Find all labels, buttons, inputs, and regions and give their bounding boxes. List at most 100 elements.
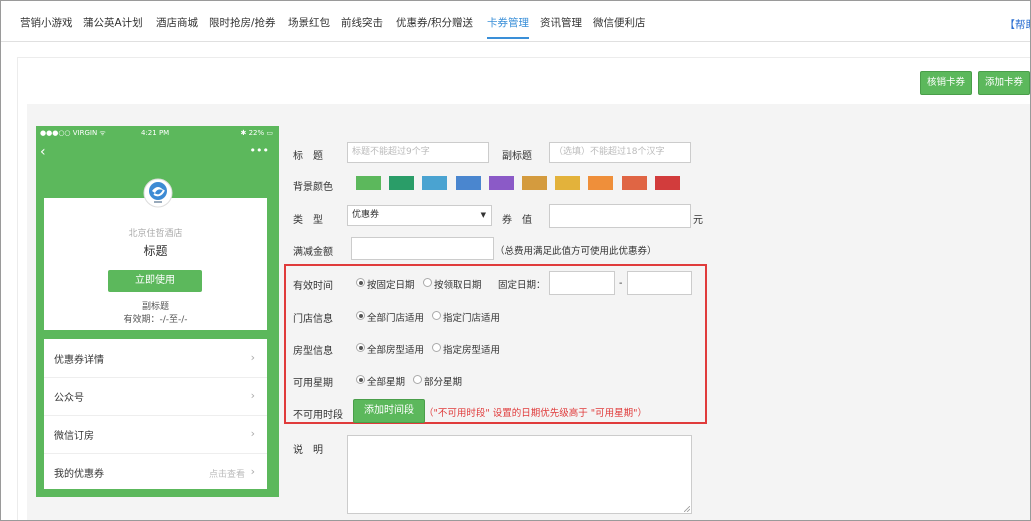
color-swatch[interactable] [522, 176, 547, 190]
coupon-card: 北京住哲酒店 标题 立即使用 副标题 有效期：-/-至-/- [44, 198, 267, 330]
color-swatch[interactable] [555, 176, 581, 190]
validity-fixed-radio[interactable] [356, 278, 365, 287]
week-all-label: 全部星期 [367, 377, 406, 388]
top-nav: 营销小游戏 蒲公英A计划 酒店商城 限时抢房/抢券 场景红包 前线突击 优惠券/… [1, 1, 1030, 42]
value-input[interactable] [549, 204, 691, 228]
chevron-down-icon: ▼ [480, 211, 486, 219]
type-label: 类 型 [293, 215, 323, 226]
type-select-value: 优惠券 [352, 210, 380, 220]
validity-receive-radio[interactable] [423, 278, 432, 287]
list-item-hint: 点击查看 [208, 470, 245, 480]
nav-item-news[interactable]: 资讯管理 [540, 15, 582, 30]
add-coupon-button[interactable]: 添加卡券 [978, 71, 1030, 95]
color-swatch[interactable] [621, 176, 647, 190]
subtitle-input[interactable]: （选填）不能超过18个汉字 [549, 142, 691, 163]
phone-menu-list: 优惠券详情 › 公众号 › 微信订房 › 我的优惠券 点击查看 › [44, 339, 267, 489]
list-item-label: 微信订房 [54, 431, 94, 442]
hotel-name: 北京住哲酒店 [128, 229, 183, 239]
week-partial-label: 部分星期 [424, 377, 463, 388]
min-amount-label: 满减金额 [293, 247, 333, 258]
value-unit: 元 [693, 215, 703, 226]
color-swatch[interactable] [455, 176, 481, 190]
coupon-validity: 有效期：-/-至-/- [123, 315, 188, 325]
nav-item-flash-sale[interactable]: 限时抢房/抢券 [209, 15, 276, 30]
value-label: 券 值 [502, 215, 532, 226]
color-swatch[interactable] [654, 176, 680, 190]
description-textarea[interactable] [347, 435, 692, 514]
title-label: 标 题 [293, 151, 323, 162]
chevron-right-icon: › [250, 427, 255, 440]
color-swatch[interactable] [356, 176, 381, 190]
unavailable-label: 不可用时段 [293, 410, 343, 421]
store-label: 门店信息 [293, 314, 333, 325]
list-item[interactable]: 公众号 › [44, 377, 267, 416]
resize-handle-icon[interactable] [684, 506, 690, 512]
list-item[interactable]: 优惠券详情 › [44, 339, 267, 378]
nav-item-frontline[interactable]: 前线突击 [341, 15, 383, 30]
nav-item-store[interactable]: 微信便利店 [593, 15, 646, 30]
chevron-right-icon: › [250, 351, 255, 364]
store-specific-radio[interactable] [432, 311, 441, 320]
chevron-right-icon: › [250, 465, 255, 478]
unavailable-warning: （"不可用时段" 设置的日期优先级高于 "可用星期"） [424, 408, 648, 419]
add-time-period-button[interactable]: 添加时间段 [353, 399, 425, 423]
week-all-radio[interactable] [356, 375, 365, 384]
nav-item-dandelion[interactable]: 蒲公英A计划 [83, 15, 143, 30]
back-icon: ‹ [40, 144, 46, 160]
color-swatch[interactable] [422, 176, 448, 190]
color-swatch[interactable] [488, 176, 514, 190]
bg-color-label: 背景颜色 [293, 182, 333, 193]
use-now-button[interactable]: 立即使用 [108, 270, 202, 292]
list-item[interactable]: 微信订房 › [44, 415, 267, 454]
hotel-logo [143, 178, 173, 208]
min-amount-hint: （总费用满足此值方可使用此优惠券） [495, 246, 657, 257]
more-icon: ••• [249, 144, 269, 157]
color-swatch[interactable] [389, 176, 415, 190]
color-swatch[interactable] [588, 176, 614, 190]
week-partial-radio[interactable] [413, 375, 422, 384]
min-amount-input[interactable] [351, 237, 494, 260]
phone-status-bar: ●●●○○ VIRGIN ᯤ 4:21 PM ✱ 22% ▭ [36, 126, 279, 140]
time-text: 4:21 PM [141, 129, 170, 137]
room-specific-radio[interactable] [432, 343, 441, 352]
nav-item-card-management[interactable]: 卡券管理 [487, 15, 529, 30]
week-label: 可用星期 [293, 378, 333, 389]
title-input[interactable]: 标题不能超过9个字 [347, 142, 489, 163]
phone-preview: ●●●○○ VIRGIN ᯤ 4:21 PM ✱ 22% ▭ ‹ ••• 北京住… [36, 126, 279, 497]
list-item-label: 优惠券详情 [54, 355, 104, 366]
validity-label: 有效时间 [293, 281, 333, 292]
subtitle-label: 副标题 [502, 151, 532, 162]
app-frame: 营销小游戏 蒲公英A计划 酒店商城 限时抢房/抢券 场景红包 前线突击 优惠券/… [0, 0, 1031, 521]
room-all-label: 全部房型适用 [367, 345, 425, 356]
help-link[interactable]: 【帮助 [1005, 17, 1031, 32]
start-date-input[interactable] [549, 271, 615, 295]
date-separator: - [619, 278, 623, 289]
nav-item-mall[interactable]: 酒店商城 [156, 15, 198, 30]
store-specific-label: 指定门店适用 [443, 313, 501, 324]
coupon-subtitle: 副标题 [141, 302, 169, 312]
carrier-text: ●●●○○ VIRGIN ᯤ [40, 129, 106, 137]
nav-item-red-packet[interactable]: 场景红包 [288, 15, 330, 30]
description-label: 说 明 [293, 445, 323, 456]
list-item[interactable]: 我的优惠券 点击查看 › [44, 453, 267, 491]
nav-item-games[interactable]: 营销小游戏 [20, 15, 73, 30]
active-tab-indicator [487, 37, 529, 39]
hotel-logo-icon [143, 178, 173, 208]
coupon-title: 标题 [143, 244, 168, 258]
list-item-label: 公众号 [54, 393, 84, 404]
fixed-date-label: 固定日期： [498, 280, 546, 291]
validity-receive-label: 按领取日期 [434, 280, 482, 291]
chevron-right-icon: › [250, 389, 255, 402]
store-all-radio[interactable] [356, 311, 365, 320]
end-date-input[interactable] [627, 271, 692, 295]
room-specific-label: 指定房型适用 [443, 345, 501, 356]
battery-text: ✱ 22% ▭ [240, 129, 274, 137]
store-all-label: 全部门店适用 [367, 313, 425, 324]
nav-item-coupon-gift[interactable]: 优惠券/积分赠送 [396, 15, 473, 30]
type-select[interactable]: 优惠券 ▼ [347, 205, 492, 226]
room-all-radio[interactable] [356, 343, 365, 352]
validity-fixed-label: 按固定日期 [367, 280, 415, 291]
list-item-label: 我的优惠券 [54, 469, 104, 480]
room-label: 房型信息 [293, 346, 333, 357]
verify-coupon-button[interactable]: 核销卡券 [920, 71, 972, 95]
